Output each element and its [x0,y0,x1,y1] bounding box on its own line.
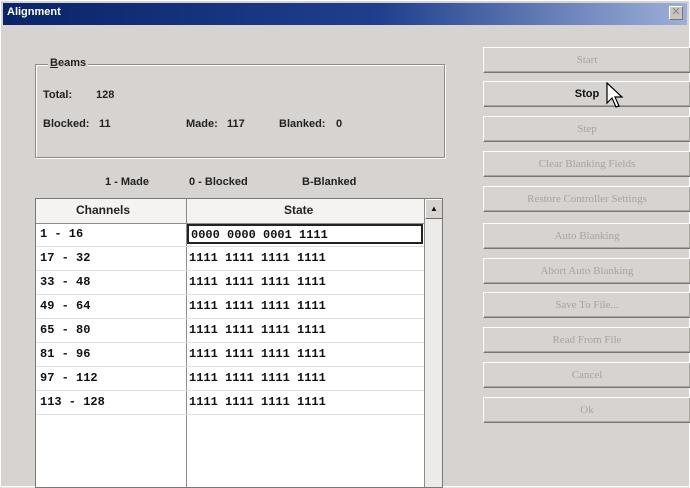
state-column-header[interactable]: State [284,203,313,217]
read-from-file-button[interactable]: Read From File [483,327,690,353]
table-row[interactable]: 17 - 32 1111 1111 1111 1111 [36,247,425,271]
table-rows: 1 - 16 0000 0000 0001 1111 17 - 32 1111 … [36,223,425,415]
alignment-dialog: Alignment ✕ Beams Total: 128 Blocked: 11… [0,0,690,488]
vertical-scrollbar[interactable]: ▲ [424,199,442,487]
table-row[interactable]: 97 - 112 1111 1111 1111 1111 [36,367,425,391]
made-value: 117 [227,118,245,130]
abort-auto-blanking-button[interactable]: Abort Auto Blanking [483,258,690,284]
channel-range-cell: 81 - 96 [40,347,91,361]
blanked-value: 0 [336,118,343,130]
scroll-up-arrow-icon[interactable]: ▲ [425,199,442,219]
legend-made: 1 - Made [105,176,150,188]
state-cell[interactable]: 1111 1111 1111 1111 [189,347,421,361]
mouse-pointer-icon [606,82,624,108]
state-cell[interactable]: 1111 1111 1111 1111 [189,323,421,337]
save-to-file-button[interactable]: Save To File... [483,292,690,318]
beams-group-title-accel: B [50,57,58,69]
close-icon[interactable]: ✕ [669,6,683,20]
channel-range-cell: 17 - 32 [40,251,91,265]
blocked-value: 11 [99,118,111,130]
total-value: 128 [96,89,115,101]
blocked-label: Blocked: [43,118,90,130]
made-label: Made: [186,118,218,130]
channel-range-cell: 33 - 48 [40,275,91,289]
cancel-button[interactable]: Cancel [483,362,690,388]
beams-group-title: Beams [48,57,89,69]
beams-group: Beams [35,57,445,158]
channel-range-cell: 113 - 128 [40,395,105,409]
title-bar: Alignment ✕ [3,3,687,25]
beams-group-title-rest: eams [57,57,87,69]
legend-blanked: B-Blanked [302,176,357,188]
table-header: Channels State [36,199,425,224]
stop-button[interactable]: Stop [483,81,690,107]
channel-range-cell: 1 - 16 [40,227,84,241]
table-row[interactable]: 81 - 96 1111 1111 1111 1111 [36,343,425,367]
step-button[interactable]: Step [483,116,690,142]
channel-state-table[interactable]: Channels State 1 - 16 0000 0000 0001 111… [35,198,443,488]
state-cell[interactable]: 0000 0000 0001 1111 [187,224,423,244]
state-cell[interactable]: 1111 1111 1111 1111 [189,395,421,409]
legend-blocked: 0 - Blocked [189,176,248,188]
table-row[interactable]: 33 - 48 1111 1111 1111 1111 [36,271,425,295]
blanked-label: Blanked: [279,118,326,130]
channel-range-cell: 49 - 64 [40,299,91,313]
channel-range-cell: 65 - 80 [40,323,91,337]
table-row[interactable]: 113 - 128 1111 1111 1111 1111 [36,391,425,415]
state-cell[interactable]: 1111 1111 1111 1111 [189,371,421,385]
table-row[interactable]: 65 - 80 1111 1111 1111 1111 [36,319,425,343]
channels-column-header[interactable]: Channels [76,203,130,217]
restore-controller-settings-button[interactable]: Restore Controller Settings [483,186,690,212]
ok-button[interactable]: Ok [483,397,690,423]
state-cell[interactable]: 1111 1111 1111 1111 [189,299,421,313]
auto-blanking-button[interactable]: Auto Blanking [483,223,690,249]
state-cell[interactable]: 1111 1111 1111 1111 [189,251,421,265]
state-cell[interactable]: 1111 1111 1111 1111 [189,275,421,289]
clear-blanking-fields-button[interactable]: Clear Blanking Fields [483,151,690,177]
table-row[interactable]: 1 - 16 0000 0000 0001 1111 [36,223,425,247]
total-label: Total: [43,89,73,101]
start-button[interactable]: Start [483,47,690,73]
table-row[interactable]: 49 - 64 1111 1111 1111 1111 [36,295,425,319]
window-title: Alignment [7,6,61,18]
channel-range-cell: 97 - 112 [40,371,98,385]
